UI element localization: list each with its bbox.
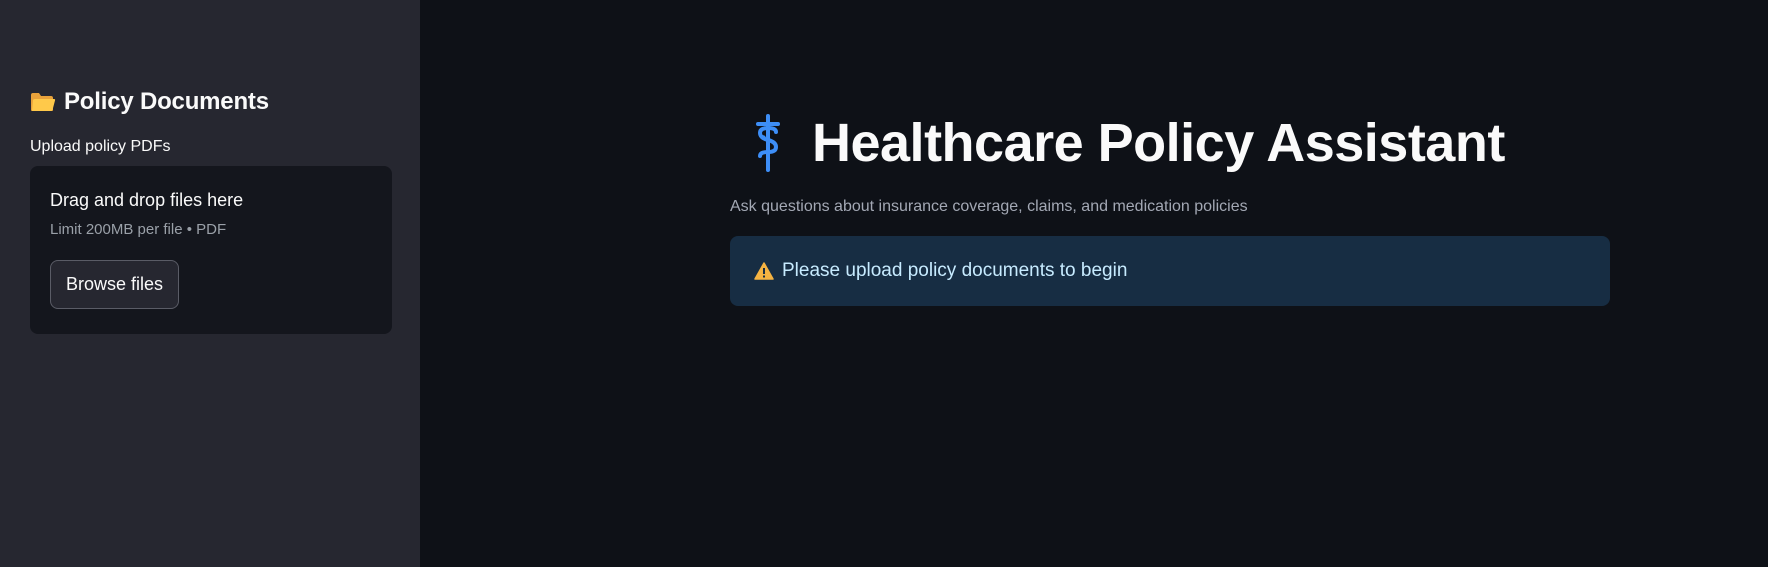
sidebar: Policy Documents Upload policy PDFs Drag… [0, 0, 420, 567]
uploader-label: Upload policy PDFs [30, 138, 171, 155]
folder-icon [30, 91, 56, 113]
file-dropzone[interactable]: Drag and drop files here Limit 200MB per… [30, 166, 392, 334]
caduceus-icon [750, 114, 786, 172]
page-title: Healthcare Policy Assistant [812, 113, 1505, 173]
sidebar-header: Policy Documents [30, 88, 390, 116]
content-block: Healthcare Policy Assistant Ask question… [730, 112, 1610, 306]
alert-text: Please upload policy documents to begin [782, 260, 1128, 281]
dropzone-title: Drag and drop files here [50, 190, 244, 210]
title-row: Healthcare Policy Assistant [750, 112, 1610, 174]
warning-icon [754, 262, 774, 280]
page-subtitle: Ask questions about insurance coverage, … [730, 198, 1248, 215]
info-alert: Please upload policy documents to begin [730, 236, 1610, 306]
main-content: Healthcare Policy Assistant Ask question… [420, 0, 1768, 567]
app: Policy Documents Upload policy PDFs Drag… [0, 0, 1768, 567]
sidebar-title: Policy Documents [64, 88, 269, 115]
browse-files-button[interactable]: Browse files [50, 260, 180, 309]
dropzone-limit: Limit 200MB per file • PDF [50, 221, 227, 238]
